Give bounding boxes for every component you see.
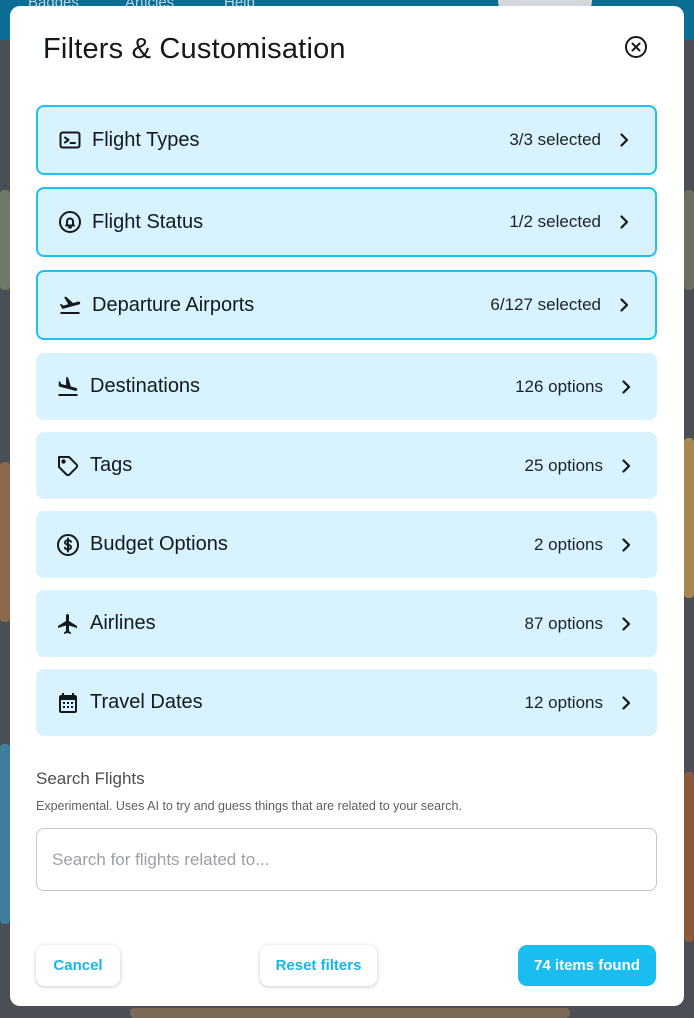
filter-count: 3/3 selected — [509, 130, 601, 149]
close-button[interactable] — [623, 34, 649, 60]
chevron-right-icon — [617, 298, 631, 312]
filter-count: 87 options — [524, 613, 603, 633]
filter-row-flight-status[interactable]: Flight Status 1/2 selected — [36, 187, 657, 257]
dollar-circle-icon — [54, 531, 82, 559]
background-card-image — [0, 190, 10, 290]
chevron-right-icon — [619, 616, 633, 631]
filter-label: Destinations — [90, 375, 201, 397]
filter-count: 6/127 selected — [490, 295, 601, 314]
chevron-right-icon — [619, 537, 633, 552]
filter-row-tags[interactable]: Tags 25 options — [36, 432, 657, 499]
background-card-image — [684, 772, 694, 942]
close-circle-icon — [624, 35, 648, 59]
filter-label: Airlines — [90, 612, 156, 634]
tag-icon — [54, 452, 82, 480]
items-found-button[interactable]: 74 items found — [518, 945, 656, 986]
filter-row-budget-options[interactable]: Budget Options 2 options — [36, 511, 657, 578]
filter-count: 126 options — [515, 376, 603, 396]
filter-row-departure-airports[interactable]: Departure Airports 6/127 selected — [36, 270, 657, 340]
bell-circle-icon — [56, 208, 84, 236]
background-card-image — [684, 438, 694, 598]
filter-row-travel-dates[interactable]: Travel Dates 12 options — [36, 669, 657, 736]
chevron-right-icon — [617, 215, 631, 229]
airplane-icon — [54, 610, 82, 638]
filter-label: Travel Dates — [90, 691, 203, 713]
background-card-image — [0, 744, 10, 924]
filter-count: 12 options — [524, 692, 603, 712]
cancel-button[interactable]: Cancel — [36, 945, 120, 986]
chevron-right-icon — [619, 458, 633, 473]
filter-row-airlines[interactable]: Airlines 87 options — [36, 590, 657, 657]
chevron-right-icon — [619, 379, 633, 394]
filter-label: Budget Options — [90, 533, 228, 555]
modal-title: Filters & Customisation — [43, 33, 346, 65]
filter-label: Flight Status — [92, 210, 204, 233]
filter-row-destinations[interactable]: Destinations 126 options — [36, 353, 657, 420]
search-input[interactable] — [36, 828, 657, 891]
chevron-right-icon — [617, 133, 631, 147]
background-card-image — [684, 190, 694, 290]
filter-label: Flight Types — [92, 128, 200, 151]
filter-label: Departure Airports — [92, 293, 255, 316]
terminal-icon — [56, 126, 84, 154]
background-card-image — [0, 462, 10, 622]
reset-filters-button[interactable]: Reset filters — [260, 945, 377, 986]
flight-land-icon — [54, 373, 82, 401]
filter-label: Tags — [90, 454, 133, 476]
filters-modal: Filters & Customisation Flight Types 3/3… — [10, 6, 684, 1006]
filter-count: 25 options — [524, 455, 603, 475]
filter-count: 1/2 selected — [509, 212, 601, 231]
chevron-right-icon — [619, 695, 633, 710]
calendar-icon — [54, 689, 82, 717]
filter-count: 2 options — [534, 534, 603, 554]
search-label: Search Flights — [36, 769, 145, 788]
search-help-text: Experimental. Uses AI to try and guess t… — [36, 799, 462, 813]
flight-takeoff-icon — [56, 291, 84, 319]
filter-row-flight-types[interactable]: Flight Types 3/3 selected — [36, 105, 657, 175]
background-card-image — [130, 1008, 570, 1018]
